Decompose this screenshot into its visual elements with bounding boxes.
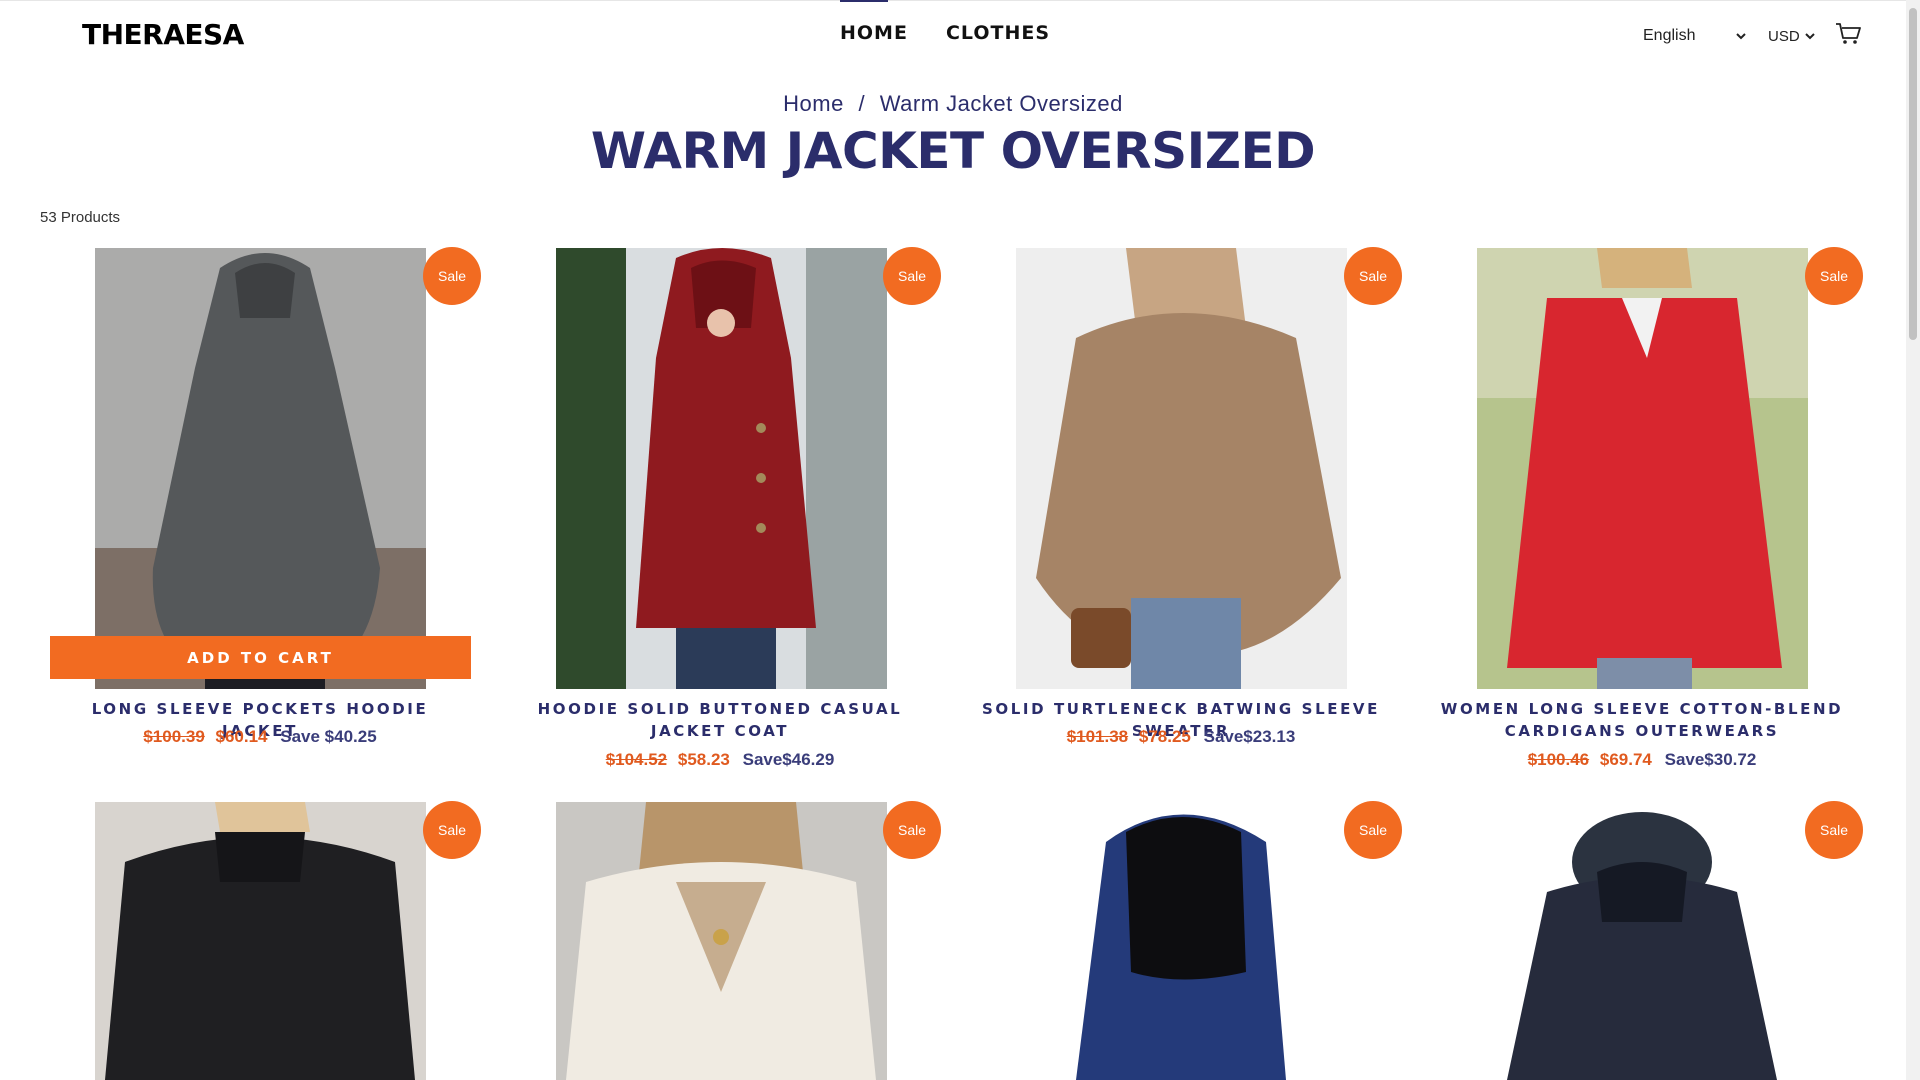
original-price: $100.46 bbox=[1527, 750, 1590, 769]
product-name[interactable]: HOODIE SOLID BUTTONED CASUAL JACKET COAT bbox=[510, 698, 930, 742]
store-logo[interactable]: THERAESA bbox=[82, 18, 244, 51]
page-title: WARM JACKET OVERSIZED bbox=[590, 122, 1316, 180]
sale-badge: Sale bbox=[423, 247, 481, 305]
product-price: $100.39 $60.14 Save $40.25 bbox=[50, 727, 470, 747]
sale-badge: Sale bbox=[883, 801, 941, 859]
language-select[interactable]: English bbox=[1643, 25, 1747, 47]
original-price: $100.39 bbox=[143, 727, 205, 746]
nav-clothes[interactable]: CLOTHES bbox=[946, 22, 1050, 44]
scrollbar[interactable] bbox=[1906, 0, 1920, 1080]
chevron-down-icon bbox=[1805, 33, 1815, 40]
language-value: English bbox=[1643, 27, 1696, 44]
savings: Save $40.25 bbox=[280, 727, 377, 746]
product-image[interactable] bbox=[1477, 248, 1808, 689]
breadcrumb-separator: / bbox=[858, 91, 866, 116]
product-price: $101.38 $78.25 Save$23.13 bbox=[971, 727, 1391, 747]
sale-badge: Sale bbox=[423, 801, 481, 859]
savings: Save$23.13 bbox=[1203, 727, 1296, 746]
original-price: $101.38 bbox=[1066, 727, 1129, 746]
sale-badge: Sale bbox=[1805, 801, 1863, 859]
sale-price: $69.74 bbox=[1599, 750, 1652, 769]
main-nav: HOME CLOTHES bbox=[840, 22, 1050, 44]
product-image[interactable] bbox=[1016, 248, 1347, 689]
savings: Save$46.29 bbox=[742, 750, 835, 769]
breadcrumb: Home / Warm Jacket Oversized bbox=[0, 91, 1906, 117]
sale-price: $78.25 bbox=[1138, 727, 1191, 746]
breadcrumb-current: Warm Jacket Oversized bbox=[879, 91, 1123, 116]
chevron-down-icon bbox=[1736, 33, 1746, 40]
cart-icon[interactable] bbox=[1835, 22, 1861, 46]
nav-home[interactable]: HOME bbox=[840, 22, 908, 44]
product-price: $104.52 $58.23 Save$46.29 bbox=[510, 750, 930, 770]
sale-badge: Sale bbox=[1805, 247, 1863, 305]
sale-price: $60.14 bbox=[215, 727, 268, 746]
add-to-cart-button[interactable]: ADD TO CART bbox=[50, 636, 471, 679]
product-image[interactable] bbox=[95, 802, 426, 1080]
top-border bbox=[0, 0, 1906, 1]
sale-badge: Sale bbox=[1344, 801, 1402, 859]
scrollbar-thumb[interactable] bbox=[1909, 8, 1917, 340]
savings: Save$30.72 bbox=[1664, 750, 1757, 769]
breadcrumb-home[interactable]: Home bbox=[783, 91, 844, 116]
currency-select[interactable]: USD bbox=[1768, 25, 1816, 47]
currency-value: USD bbox=[1768, 27, 1800, 45]
product-count: 53 Products bbox=[40, 209, 121, 226]
product-image[interactable] bbox=[1016, 802, 1347, 1080]
product-image[interactable] bbox=[95, 248, 426, 689]
original-price: $104.52 bbox=[605, 750, 668, 769]
product-image[interactable] bbox=[556, 802, 887, 1080]
product-price: $100.46 $69.74 Save$30.72 bbox=[1432, 750, 1852, 770]
product-name[interactable]: WOMEN LONG SLEEVE COTTON-BLEND CARDIGANS… bbox=[1432, 698, 1852, 742]
sale-price: $58.23 bbox=[677, 750, 730, 769]
product-image[interactable] bbox=[1477, 802, 1808, 1080]
nav-active-indicator bbox=[840, 0, 888, 2]
sale-badge: Sale bbox=[883, 247, 941, 305]
sale-badge: Sale bbox=[1344, 247, 1402, 305]
product-image[interactable] bbox=[556, 248, 887, 689]
